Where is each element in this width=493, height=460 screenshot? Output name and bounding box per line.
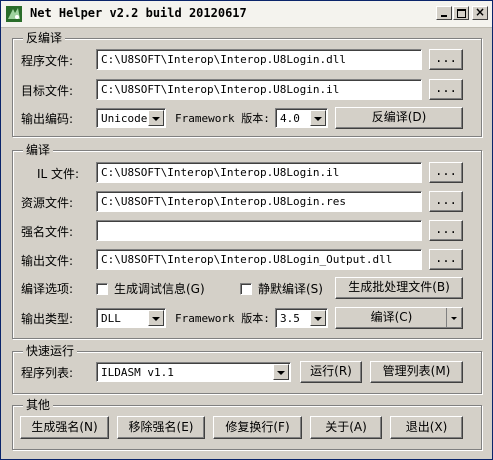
silent-compile-label[interactable]: 静默编译(S) <box>258 282 323 296</box>
compile-group: 编译 IL 文件: C:\U8SOFT\Interop\Interop.U8Lo… <box>12 143 482 339</box>
resource-file-label: 资源文件: <box>21 196 74 210</box>
strongname-file-label: 强名文件: <box>21 225 74 239</box>
compile-button[interactable]: 编译(C) <box>335 307 463 329</box>
compile-framework-value: 3.5 <box>280 312 300 325</box>
fix-linebreak-button[interactable]: 修复换行(F) <box>213 416 302 439</box>
app-window: Net Helper v2.2 build 20120617 × 反编译 程序文… <box>0 0 493 460</box>
decompile-framework-select[interactable]: 4.0 <box>275 108 328 128</box>
exit-button[interactable]: 退出(X) <box>390 416 463 439</box>
run-button[interactable]: 运行(R) <box>300 361 362 383</box>
debug-info-label[interactable]: 生成调试信息(G) <box>114 282 205 296</box>
other-group: 其他 生成强名(N) 移除强名(E) 修复换行(F) 关于(A) 退出(X) <box>12 398 482 450</box>
target-file-input[interactable]: C:\U8SOFT\Interop\Interop.U8Login.il <box>96 79 422 100</box>
encoding-value: Unicode <box>101 112 148 125</box>
encoding-label: 输出编码: <box>21 112 74 126</box>
il-file-label: IL 文件: <box>37 167 80 181</box>
decompile-framework-value: 4.0 <box>280 112 300 125</box>
chevron-down-icon[interactable] <box>310 310 326 326</box>
program-list-label: 程序列表: <box>21 366 74 380</box>
strongname-file-input[interactable] <box>96 220 422 241</box>
about-button[interactable]: 关于(A) <box>310 416 382 439</box>
output-type-select[interactable]: DLL <box>96 308 166 328</box>
program-list-select[interactable]: ILDASM v1.1 <box>96 362 291 382</box>
strongname-file-browse-button[interactable]: ... <box>429 220 463 241</box>
il-file-browse-button[interactable]: ... <box>429 162 463 183</box>
program-list-value: ILDASM v1.1 <box>101 366 174 379</box>
chevron-down-icon[interactable] <box>310 110 326 126</box>
output-type-label: 输出类型: <box>21 312 74 326</box>
decompile-group: 反编译 程序文件: C:\U8SOFT\Interop\Interop.U8Lo… <box>12 31 482 137</box>
client-area: 反编译 程序文件: C:\U8SOFT\Interop\Interop.U8Lo… <box>1 28 492 459</box>
manage-list-button[interactable]: 管理列表(M) <box>370 361 463 383</box>
encoding-select[interactable]: Unicode <box>96 108 166 128</box>
output-file-label: 输出文件: <box>21 254 74 268</box>
resource-file-input[interactable]: C:\U8SOFT\Interop\Interop.U8Login.res <box>96 191 422 212</box>
minimize-button[interactable] <box>436 6 452 20</box>
generate-strongname-button[interactable]: 生成强名(N) <box>20 416 109 439</box>
compile-framework-label: Framework 版本: <box>175 312 270 325</box>
chevron-down-icon[interactable] <box>273 364 289 380</box>
chevron-down-icon[interactable] <box>148 310 164 326</box>
quickrun-legend: 快速运行 <box>23 344 78 358</box>
generate-batch-button[interactable]: 生成批处理文件(B) <box>335 277 463 299</box>
dropdown-arrow-icon[interactable] <box>446 308 462 328</box>
program-file-browse-button[interactable]: ... <box>429 49 463 70</box>
compile-framework-select[interactable]: 3.5 <box>275 308 328 328</box>
program-file-label: 程序文件: <box>21 54 74 68</box>
maximize-button[interactable] <box>453 6 469 20</box>
app-icon <box>6 6 22 22</box>
target-file-label: 目标文件: <box>21 84 74 98</box>
il-file-input[interactable]: C:\U8SOFT\Interop\Interop.U8Login.il <box>96 162 422 183</box>
close-icon: × <box>475 5 486 19</box>
resource-file-browse-button[interactable]: ... <box>429 191 463 212</box>
title-bar: Net Helper v2.2 build 20120617 × <box>1 1 492 28</box>
decompile-legend: 反编译 <box>23 31 66 45</box>
compile-button-label: 编译(C) <box>370 310 413 324</box>
window-title: Net Helper v2.2 build 20120617 <box>30 6 247 20</box>
silent-compile-checkbox[interactable] <box>240 283 252 295</box>
debug-info-checkbox[interactable] <box>96 283 108 295</box>
compile-legend: 编译 <box>23 143 54 157</box>
decompile-framework-label: Framework 版本: <box>175 112 270 125</box>
other-legend: 其他 <box>23 398 54 412</box>
chevron-down-icon[interactable] <box>148 110 164 126</box>
remove-strongname-button[interactable]: 移除强名(E) <box>117 416 205 439</box>
output-type-value: DLL <box>101 312 121 325</box>
program-file-input[interactable]: C:\U8SOFT\Interop\Interop.U8Login.dll <box>96 49 422 70</box>
decompile-button[interactable]: 反编译(D) <box>335 107 463 129</box>
compile-options-label: 编译选项: <box>21 282 74 296</box>
output-file-input[interactable]: C:\U8SOFT\Interop\Interop.U8Login_Output… <box>96 249 422 270</box>
quickrun-group: 快速运行 程序列表: ILDASM v1.1 运行(R) 管理列表(M) <box>12 344 482 394</box>
close-button[interactable]: × <box>472 5 488 20</box>
target-file-browse-button[interactable]: ... <box>429 79 463 100</box>
output-file-browse-button[interactable]: ... <box>429 249 463 270</box>
